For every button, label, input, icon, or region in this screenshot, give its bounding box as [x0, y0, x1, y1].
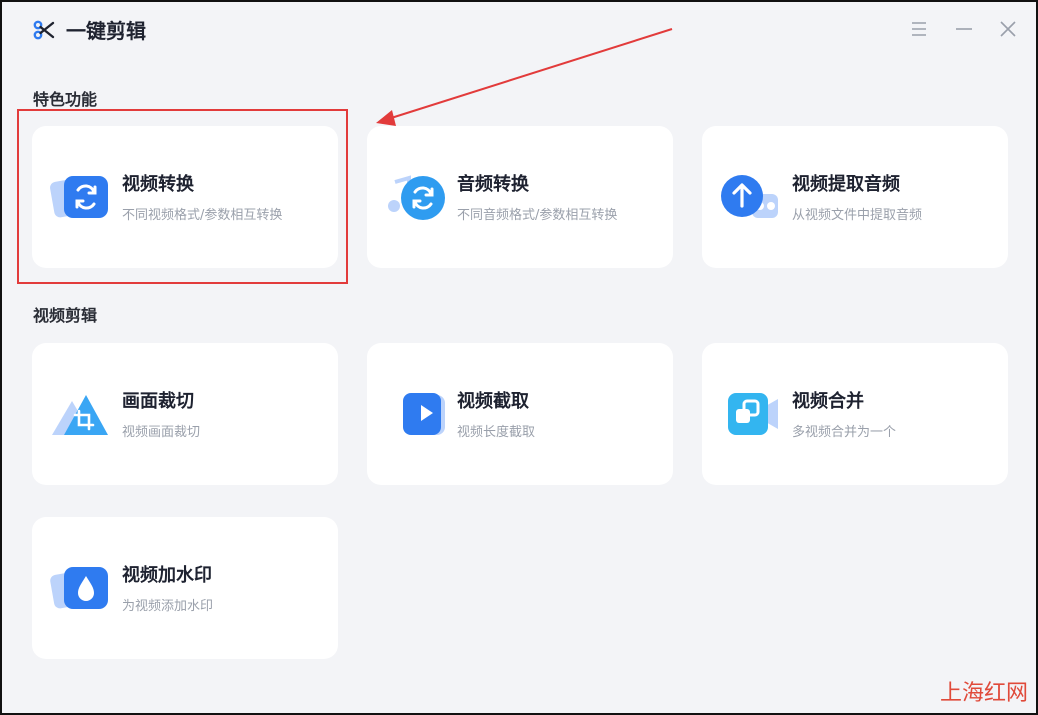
card-label: 视频合并 — [792, 391, 864, 412]
card-desc: 从视频文件中提取音频 — [792, 208, 923, 223]
card-label: 视频截取 — [457, 391, 529, 412]
crop-icon — [52, 395, 108, 435]
app-title: 一键剪辑 — [66, 19, 146, 43]
extract-audio-icon — [721, 175, 778, 218]
watermark-icon — [50, 567, 108, 609]
app-window: 一键剪辑 特色功能 视频转换 不同视频格式/参数相互转换 音频转换 不同音频格式… — [0, 0, 1038, 715]
section-title-featured: 特色功能 — [33, 90, 98, 109]
card-video-convert[interactable]: 视频转换 不同视频格式/参数相互转换 — [32, 126, 338, 268]
video-trim-icon — [403, 393, 445, 435]
card-label: 视频加水印 — [122, 565, 212, 586]
audio-convert-icon — [388, 175, 445, 220]
card-label: 音频转换 — [457, 174, 529, 195]
card-label: 视频转换 — [122, 174, 194, 195]
card-label: 画面裁切 — [122, 391, 194, 412]
card-label: 视频提取音频 — [792, 174, 900, 195]
title-bar: 一键剪辑 — [2, 2, 1036, 58]
card-desc: 视频长度截取 — [457, 425, 536, 440]
card-extract-audio[interactable]: 视频提取音频 从视频文件中提取音频 — [702, 126, 1008, 268]
video-convert-icon — [50, 176, 108, 218]
card-desc: 不同音频格式/参数相互转换 — [457, 208, 618, 223]
site-watermark: 上海红网 — [939, 681, 1028, 706]
video-merge-icon — [728, 393, 778, 435]
card-desc: 不同视频格式/参数相互转换 — [122, 208, 283, 223]
close-icon[interactable] — [998, 19, 1018, 39]
card-desc: 多视频合并为一个 — [792, 425, 897, 440]
card-crop[interactable]: 画面裁切 视频画面裁切 — [32, 343, 338, 485]
minimize-icon[interactable] — [954, 19, 974, 39]
card-video-trim[interactable]: 视频截取 视频长度截取 — [367, 343, 673, 485]
card-desc: 视频画面裁切 — [122, 425, 201, 440]
card-audio-convert[interactable]: 音频转换 不同音频格式/参数相互转换 — [367, 126, 673, 268]
card-desc: 为视频添加水印 — [122, 599, 214, 614]
card-video-merge[interactable]: 视频合并 多视频合并为一个 — [702, 343, 1008, 485]
menu-icon[interactable] — [909, 19, 929, 39]
section-title-video-edit: 视频剪辑 — [33, 306, 98, 325]
card-watermark[interactable]: 视频加水印 为视频添加水印 — [32, 517, 338, 659]
scissors-icon — [33, 20, 55, 40]
